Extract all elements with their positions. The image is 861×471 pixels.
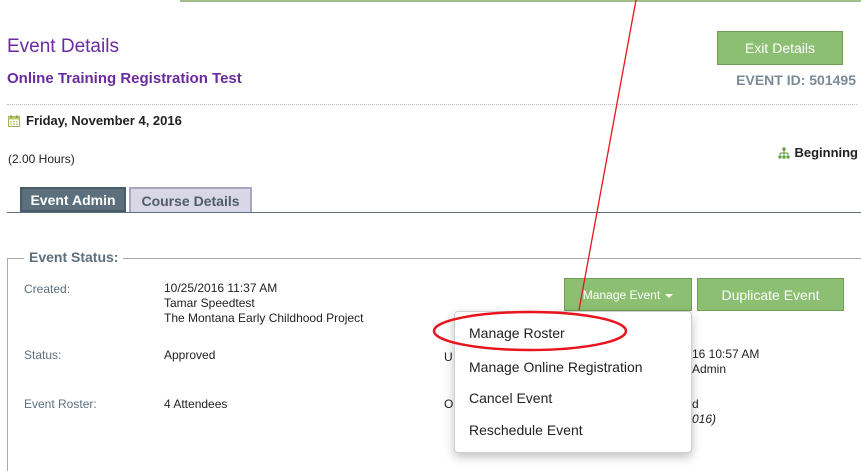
exit-details-button[interactable]: Exit Details	[717, 31, 843, 65]
created-datetime: 10/25/2016 11:37 AM	[164, 281, 278, 295]
tab-course-details[interactable]: Course Details	[129, 187, 252, 212]
right-column-value-2: d	[692, 397, 699, 411]
menu-item-cancel-event[interactable]: Cancel Event	[469, 390, 552, 406]
right-column-value-1: 16 10:57 AM	[692, 347, 760, 361]
event-date: Friday, November 4, 2016	[26, 113, 182, 128]
status-label: Status:	[24, 348, 62, 362]
event-roster-value: 4 Attendees	[164, 397, 228, 411]
tab-event-admin[interactable]: Event Admin	[20, 187, 126, 212]
tab-underline	[7, 212, 861, 213]
menu-item-manage-online-registration[interactable]: Manage Online Registration	[469, 359, 643, 375]
created-label: Created:	[24, 282, 71, 296]
level-hierarchy-icon	[778, 147, 790, 159]
right-column-label-2: O	[444, 397, 454, 411]
duplicate-event-button[interactable]: Duplicate Event	[697, 278, 844, 311]
calendar-icon	[8, 114, 20, 127]
event-level: Beginning	[778, 145, 858, 160]
right-column-value-2b: 016)	[692, 412, 717, 426]
caret-down-icon	[665, 293, 674, 298]
event-date-row: Friday, November 4, 2016	[8, 113, 182, 128]
event-id: EVENT ID: 501495	[736, 72, 856, 88]
event-name: Online Training Registration Test	[7, 70, 242, 87]
menu-item-reschedule-event[interactable]: Reschedule Event	[469, 422, 583, 438]
event-hours: (2.00 Hours)	[8, 152, 75, 166]
page-title: Event Details	[7, 36, 119, 57]
created-org: The Montana Early Childhood Project	[164, 311, 364, 325]
event-status-legend: Event Status:	[24, 249, 124, 265]
status-value: Approved	[164, 348, 216, 362]
header-divider	[7, 104, 857, 105]
top-divider	[180, 0, 861, 2]
right-column-value-1b: Admin	[692, 362, 727, 376]
right-column-label-1: U	[444, 350, 453, 364]
event-roster-label: Event Roster:	[24, 397, 97, 411]
level-label: Beginning	[794, 145, 858, 160]
manage-event-button[interactable]: Manage Event	[564, 278, 692, 311]
menu-item-manage-roster[interactable]: Manage Roster	[469, 325, 565, 341]
manage-event-dropdown: Manage Roster Manage Online Registration…	[454, 311, 692, 453]
created-by: Tamar Speedtest	[164, 296, 255, 310]
manage-event-label: Manage Event	[582, 287, 661, 302]
